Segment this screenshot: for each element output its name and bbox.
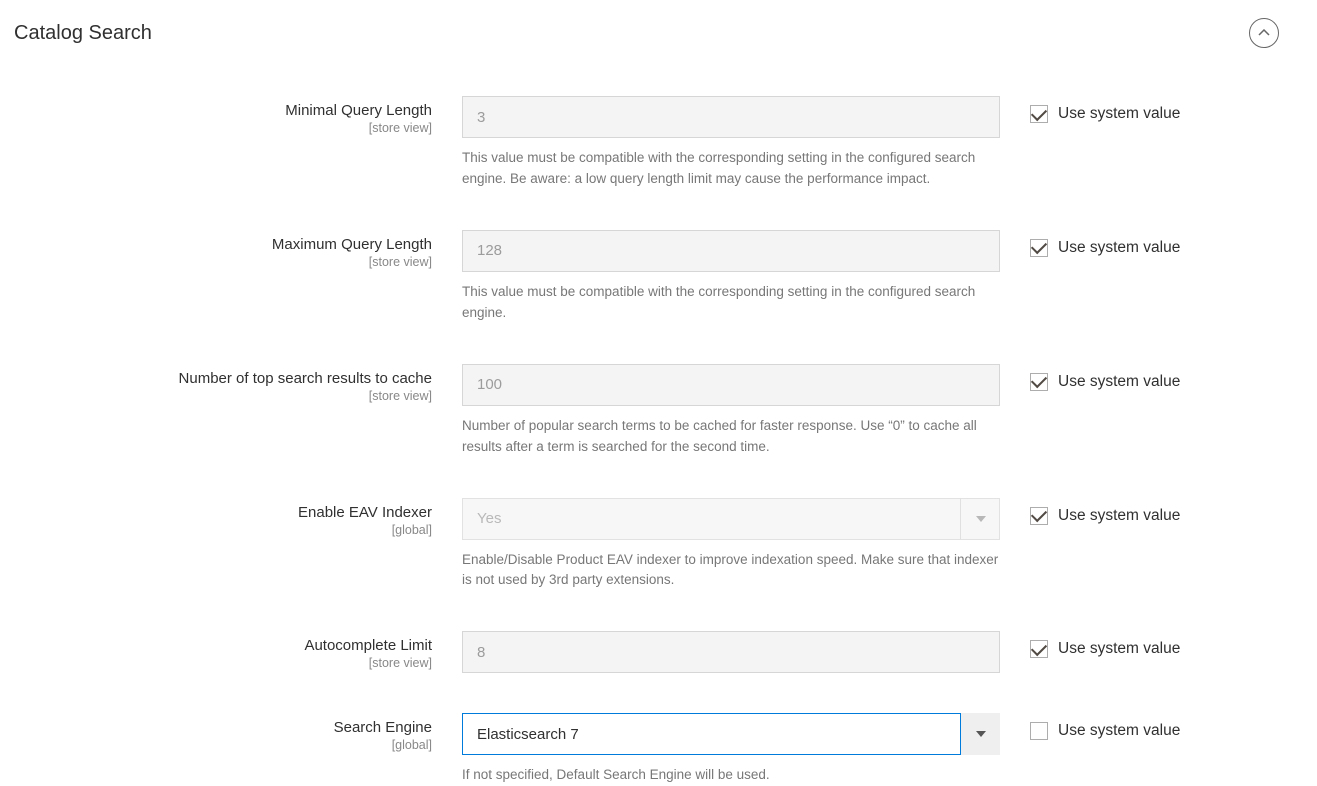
maximum-query-length-input[interactable] xyxy=(462,230,1000,272)
field-note: Number of popular search terms to be cac… xyxy=(462,416,1000,458)
use-system-cell: Use system value xyxy=(1030,713,1279,740)
field-label: Autocomplete Limit xyxy=(14,637,432,655)
field-row-maximum-query-length: Maximum Query Length [store view] This v… xyxy=(14,230,1279,324)
control-cell: Number of popular search terms to be cac… xyxy=(462,364,1000,458)
label-cell: Minimal Query Length [store view] xyxy=(14,96,432,135)
search-engine-select[interactable]: Elasticsearch 7 xyxy=(462,713,1000,755)
field-note: This value must be compatible with the c… xyxy=(462,282,1000,324)
field-scope: [store view] xyxy=(14,255,432,269)
field-row-enable-eav-indexer: Enable EAV Indexer [global] Yes Enable/D… xyxy=(14,498,1279,592)
use-system-label[interactable]: Use system value xyxy=(1058,722,1180,740)
field-label: Enable EAV Indexer xyxy=(14,504,432,522)
field-label: Search Engine xyxy=(14,719,432,737)
select-wrap: Yes xyxy=(462,498,1000,540)
use-system-checkbox[interactable] xyxy=(1030,373,1048,391)
use-system-checkbox[interactable] xyxy=(1030,722,1048,740)
select-wrap: Elasticsearch 7 xyxy=(462,713,1000,755)
field-label: Minimal Query Length xyxy=(14,102,432,120)
use-system-label[interactable]: Use system value xyxy=(1058,507,1180,525)
use-system-cell: Use system value xyxy=(1030,230,1279,257)
field-scope: [global] xyxy=(14,523,432,537)
use-system-checkbox[interactable] xyxy=(1030,640,1048,658)
control-cell: Elasticsearch 7 If not specified, Defaul… xyxy=(462,713,1000,786)
field-note: If not specified, Default Search Engine … xyxy=(462,765,1000,786)
field-label: Maximum Query Length xyxy=(14,236,432,254)
control-cell: Yes Enable/Disable Product EAV indexer t… xyxy=(462,498,1000,592)
use-system-cell: Use system value xyxy=(1030,96,1279,123)
field-row-top-results-cache: Number of top search results to cache [s… xyxy=(14,364,1279,458)
field-note: This value must be compatible with the c… xyxy=(462,148,1000,190)
field-scope: [store view] xyxy=(14,656,432,670)
control-cell: This value must be compatible with the c… xyxy=(462,96,1000,190)
field-row-autocomplete-limit: Autocomplete Limit [store view] Use syst… xyxy=(14,631,1279,673)
use-system-label[interactable]: Use system value xyxy=(1058,373,1180,391)
field-scope: [store view] xyxy=(14,121,432,135)
label-cell: Maximum Query Length [store view] xyxy=(14,230,432,269)
field-row-minimal-query-length: Minimal Query Length [store view] This v… xyxy=(14,96,1279,190)
use-system-cell: Use system value xyxy=(1030,631,1279,658)
top-results-cache-input[interactable] xyxy=(462,364,1000,406)
field-row-search-engine: Search Engine [global] Elasticsearch 7 I… xyxy=(14,713,1279,786)
label-cell: Autocomplete Limit [store view] xyxy=(14,631,432,670)
control-cell xyxy=(462,631,1000,673)
section-title: Catalog Search xyxy=(14,22,152,45)
fields-container: Minimal Query Length [store view] This v… xyxy=(0,66,1317,786)
use-system-label[interactable]: Use system value xyxy=(1058,105,1180,123)
use-system-cell: Use system value xyxy=(1030,498,1279,525)
use-system-checkbox[interactable] xyxy=(1030,105,1048,123)
chevron-up-icon xyxy=(1258,29,1270,37)
field-label: Number of top search results to cache xyxy=(14,370,432,388)
use-system-cell: Use system value xyxy=(1030,364,1279,391)
label-cell: Number of top search results to cache [s… xyxy=(14,364,432,403)
use-system-checkbox[interactable] xyxy=(1030,507,1048,525)
use-system-checkbox[interactable] xyxy=(1030,239,1048,257)
use-system-label[interactable]: Use system value xyxy=(1058,640,1180,658)
enable-eav-indexer-select[interactable]: Yes xyxy=(462,498,1000,540)
collapse-section-button[interactable] xyxy=(1249,18,1279,48)
field-scope: [store view] xyxy=(14,389,432,403)
field-note: Enable/Disable Product EAV indexer to im… xyxy=(462,550,1000,592)
label-cell: Enable EAV Indexer [global] xyxy=(14,498,432,537)
minimal-query-length-input[interactable] xyxy=(462,96,1000,138)
autocomplete-limit-input[interactable] xyxy=(462,631,1000,673)
control-cell: This value must be compatible with the c… xyxy=(462,230,1000,324)
section-header: Catalog Search xyxy=(0,0,1317,66)
label-cell: Search Engine [global] xyxy=(14,713,432,752)
field-scope: [global] xyxy=(14,738,432,752)
use-system-label[interactable]: Use system value xyxy=(1058,239,1180,257)
